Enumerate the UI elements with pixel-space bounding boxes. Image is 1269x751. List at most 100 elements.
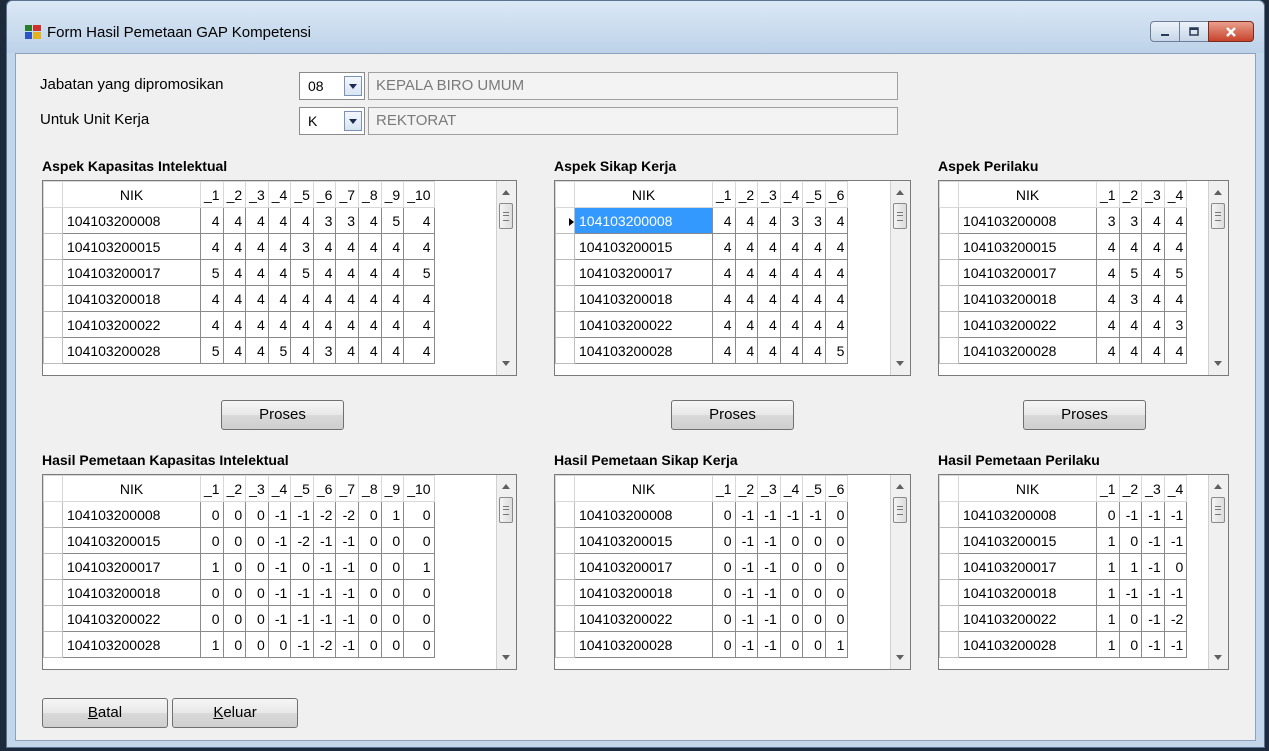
score-cell[interactable]: 4 (312, 285, 337, 312)
score-cell[interactable]: 4 (245, 285, 269, 312)
score-cell[interactable]: 4 (380, 233, 405, 260)
table-row[interactable]: 104103200022 1 0 -1 -2 (939, 605, 1188, 632)
scroll-down-icon[interactable] (1214, 361, 1222, 366)
score-cell[interactable]: 4 (824, 233, 849, 260)
score-cell[interactable]: 0 (824, 527, 849, 554)
scroll-up-icon[interactable] (896, 484, 904, 489)
table-row[interactable]: 104103200028 1 0 -1 -1 (939, 631, 1188, 658)
score-cell[interactable]: 4 (222, 285, 247, 312)
score-cell[interactable]: 0 (245, 579, 269, 606)
score-cell[interactable]: 1 (200, 631, 224, 658)
column-header[interactable]: NIK (62, 181, 201, 208)
score-cell[interactable]: -1 (757, 527, 781, 554)
score-cell[interactable]: 4 (290, 311, 314, 338)
score-cell[interactable]: -2 (312, 501, 337, 528)
column-header[interactable]: NIK (958, 181, 1097, 208)
score-cell[interactable]: 4 (734, 337, 759, 364)
score-cell[interactable]: -1 (267, 605, 292, 632)
score-cell[interactable]: 4 (267, 207, 292, 234)
score-cell[interactable]: 4 (267, 311, 292, 338)
score-cell[interactable]: 4 (312, 233, 337, 260)
score-cell[interactable]: 4 (245, 259, 269, 286)
score-cell[interactable]: 4 (1141, 207, 1165, 234)
row-indicator[interactable] (555, 233, 575, 260)
score-cell[interactable]: 0 (380, 631, 405, 658)
score-cell[interactable]: 4 (1163, 337, 1188, 364)
table-row[interactable]: 104103200018 4 4 4 4 4 4 (555, 285, 849, 312)
close-button[interactable] (1208, 21, 1254, 42)
nik-cell[interactable]: 104103200018 (574, 579, 713, 606)
score-cell[interactable]: 1 (1096, 553, 1120, 580)
score-cell[interactable]: 4 (779, 285, 804, 312)
scrollbar-thumb[interactable] (893, 497, 907, 523)
score-cell[interactable]: 0 (380, 605, 405, 632)
score-cell[interactable]: 5 (1118, 259, 1143, 286)
column-header[interactable]: _3 (245, 181, 269, 208)
score-cell[interactable]: -1 (1141, 501, 1165, 528)
nik-cell[interactable]: 104103200022 (958, 311, 1097, 338)
table-row[interactable]: 104103200028 4 4 4 4 4 5 (555, 337, 849, 364)
score-cell[interactable]: 0 (358, 579, 382, 606)
kapasitas-intelektual-grid[interactable]: NIK _1 _2 _3 _4 _5 _6 _7 _8 _9 _10 104103200008 4 4 4 4… (42, 180, 517, 376)
row-indicator[interactable] (43, 181, 63, 208)
row-indicator[interactable] (43, 337, 63, 364)
score-cell[interactable]: 4 (802, 233, 826, 260)
row-indicator[interactable] (939, 605, 959, 632)
score-cell[interactable]: 0 (403, 579, 435, 606)
score-cell[interactable]: -1 (1163, 527, 1188, 554)
score-cell[interactable]: 4 (1141, 311, 1165, 338)
score-cell[interactable]: -1 (757, 579, 781, 606)
scroll-down-icon[interactable] (502, 361, 510, 366)
table-row[interactable]: 104103200008 0 -1 -1 -1 (939, 501, 1188, 528)
table-row[interactable]: 104103200015 4 4 4 4 3 4 4 4 4 4 (43, 233, 435, 260)
score-cell[interactable]: 0 (712, 553, 736, 580)
score-cell[interactable]: 4 (802, 259, 826, 286)
score-cell[interactable]: 0 (779, 579, 804, 606)
score-cell[interactable]: 4 (335, 259, 360, 286)
row-indicator[interactable] (43, 605, 63, 632)
score-cell[interactable]: 0 (222, 605, 247, 632)
score-cell[interactable]: 4 (779, 233, 804, 260)
score-cell[interactable]: 0 (222, 631, 247, 658)
score-cell[interactable]: 0 (1163, 553, 1188, 580)
score-cell[interactable]: 4 (222, 337, 247, 364)
nik-cell[interactable]: 104103200022 (62, 605, 201, 632)
score-cell[interactable]: 1 (200, 553, 224, 580)
vertical-scrollbar[interactable] (496, 475, 516, 669)
score-cell[interactable]: 0 (802, 605, 826, 632)
score-cell[interactable]: 1 (380, 501, 405, 528)
score-cell[interactable]: 0 (380, 579, 405, 606)
score-cell[interactable]: -1 (335, 579, 360, 606)
score-cell[interactable]: -1 (312, 579, 337, 606)
score-cell[interactable]: 4 (222, 233, 247, 260)
score-cell[interactable]: 3 (312, 337, 337, 364)
score-cell[interactable]: 4 (757, 337, 781, 364)
score-cell[interactable]: -1 (734, 631, 759, 658)
score-cell[interactable]: 4 (757, 311, 781, 338)
row-indicator[interactable] (555, 501, 575, 528)
score-cell[interactable]: 0 (245, 501, 269, 528)
table-row[interactable]: 104103200028 0 -1 -1 0 0 1 (555, 631, 849, 658)
score-cell[interactable]: -1 (1141, 631, 1165, 658)
hasil-perilaku-grid[interactable]: NIK _1 _2 _3 _4 104103200008 0 -1 -1 -1 1041032000… (938, 474, 1229, 670)
score-cell[interactable]: -1 (335, 605, 360, 632)
row-indicator[interactable] (939, 553, 959, 580)
score-cell[interactable]: 0 (222, 527, 247, 554)
score-cell[interactable]: 0 (824, 553, 849, 580)
column-header[interactable]: _1 (712, 475, 736, 502)
nik-cell[interactable]: 104103200008 (62, 501, 201, 528)
nik-cell[interactable]: 104103200008 (574, 501, 713, 528)
score-cell[interactable]: 3 (312, 207, 337, 234)
score-cell[interactable]: 4 (267, 233, 292, 260)
score-cell[interactable]: -1 (290, 605, 314, 632)
vertical-scrollbar[interactable] (1208, 475, 1228, 669)
nik-cell[interactable]: 104103200022 (574, 311, 713, 338)
score-cell[interactable]: 4 (312, 311, 337, 338)
score-cell[interactable]: 4 (222, 207, 247, 234)
score-cell[interactable]: 4 (1096, 311, 1120, 338)
row-indicator[interactable] (939, 233, 959, 260)
score-cell[interactable]: 4 (779, 337, 804, 364)
column-header[interactable]: _4 (1163, 181, 1188, 208)
score-cell[interactable]: 3 (1118, 285, 1143, 312)
score-cell[interactable]: 4 (200, 311, 224, 338)
